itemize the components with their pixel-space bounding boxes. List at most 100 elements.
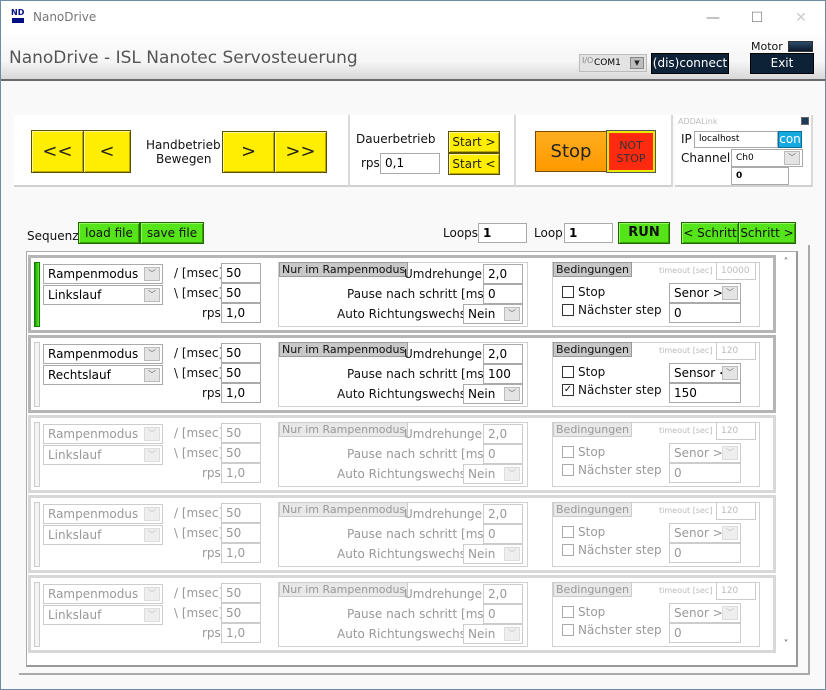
- chevron-down-icon[interactable]: ﹀: [144, 608, 160, 622]
- stop-checkbox[interactable]: [562, 526, 574, 538]
- next-step-button[interactable]: Schritt >: [738, 222, 796, 244]
- mode-select[interactable]: Rampenmodus ﹀: [43, 584, 163, 604]
- next-step-checkbox[interactable]: [562, 624, 574, 636]
- ramp-up-input[interactable]: 50: [221, 503, 261, 523]
- stop-checkbox[interactable]: [562, 286, 574, 298]
- scroll-up-arrow-icon[interactable]: ˄: [779, 257, 793, 268]
- sensor-threshold-input[interactable]: 0: [669, 543, 741, 563]
- con-button[interactable]: con: [778, 131, 802, 148]
- pause-input[interactable]: 0: [483, 444, 523, 464]
- com-port-select[interactable]: I/O COM1 ▼: [579, 54, 647, 72]
- pause-input[interactable]: 0: [483, 524, 523, 544]
- sensor-threshold-input[interactable]: 0: [669, 303, 741, 323]
- chevron-down-icon[interactable]: ﹀: [722, 526, 738, 540]
- ramp-down-input[interactable]: 50: [221, 603, 261, 623]
- ramp-down-input[interactable]: 50: [221, 283, 261, 303]
- auto-direction-select[interactable]: Nein ﹀: [463, 464, 523, 484]
- sensor-select[interactable]: Senor > ﹀: [669, 283, 741, 303]
- left-button[interactable]: <: [83, 130, 131, 173]
- ramp-up-input[interactable]: 50: [221, 263, 261, 283]
- ramp-up-input[interactable]: 50: [221, 583, 261, 603]
- continuous-rps-input[interactable]: 0,1: [380, 153, 440, 174]
- stop-checkbox[interactable]: [562, 606, 574, 618]
- chevron-down-icon[interactable]: ﹀: [144, 507, 160, 521]
- next-step-checkbox[interactable]: [562, 304, 574, 316]
- timeout-input[interactable]: 120: [716, 582, 756, 600]
- chevron-down-icon[interactable]: ﹀: [722, 446, 738, 460]
- revolutions-input[interactable]: 2,0: [483, 264, 523, 284]
- auto-direction-select[interactable]: Nein ﹀: [463, 544, 523, 564]
- fast-left-button[interactable]: <<: [31, 130, 84, 173]
- direction-select[interactable]: Linkslauf ﹀: [43, 445, 163, 465]
- timeout-input[interactable]: 120: [716, 502, 756, 520]
- rps-input[interactable]: 1,0: [221, 623, 261, 643]
- stop-checkbox[interactable]: [562, 446, 574, 458]
- mode-select[interactable]: Rampenmodus ﹀: [43, 264, 163, 284]
- save-file-button[interactable]: save file: [140, 222, 204, 244]
- chevron-down-icon[interactable]: ﹀: [504, 627, 520, 641]
- mode-select[interactable]: Rampenmodus ﹀: [43, 424, 163, 444]
- chevron-down-icon[interactable]: ﹀: [504, 307, 520, 321]
- ramp-down-input[interactable]: 50: [221, 523, 261, 543]
- pause-input[interactable]: 0: [483, 604, 523, 624]
- auto-direction-select[interactable]: Nein ﹀: [463, 384, 523, 404]
- rps-input[interactable]: 1,0: [221, 383, 261, 403]
- sensor-select[interactable]: Senor > ﹀: [669, 443, 741, 463]
- scroll-down-arrow-icon[interactable]: ˅: [779, 639, 793, 650]
- load-file-button[interactable]: load file: [78, 222, 140, 244]
- exit-button[interactable]: Exit: [750, 53, 814, 74]
- rps-input[interactable]: 1,0: [221, 543, 261, 563]
- dropdown-arrow-icon[interactable]: ▼: [630, 57, 644, 69]
- pause-input[interactable]: 100: [483, 364, 523, 384]
- auto-direction-select[interactable]: Nein ﹀: [463, 304, 523, 324]
- direction-select[interactable]: Linkslauf ﹀: [43, 285, 163, 305]
- start-forward-button[interactable]: Start >: [448, 131, 500, 153]
- chevron-down-icon[interactable]: ﹀: [144, 288, 160, 302]
- timeout-input[interactable]: 120: [716, 422, 756, 440]
- ramp-down-input[interactable]: 50: [221, 363, 261, 383]
- chevron-down-icon[interactable]: ﹀: [784, 151, 800, 165]
- sensor-threshold-input[interactable]: 0: [669, 623, 741, 643]
- chevron-down-icon[interactable]: ﹀: [144, 448, 160, 462]
- channel-select[interactable]: Ch0 ﹀: [731, 149, 803, 167]
- ip-input[interactable]: localhost: [694, 131, 778, 148]
- ramp-up-input[interactable]: 50: [221, 343, 261, 363]
- start-backward-button[interactable]: Start <: [448, 153, 500, 175]
- revolutions-input[interactable]: 2,0: [483, 584, 523, 604]
- direction-select[interactable]: Linkslauf ﹀: [43, 605, 163, 625]
- sensor-select[interactable]: Sensor < ﹀: [669, 363, 741, 383]
- maximize-button[interactable]: ☐: [735, 6, 779, 30]
- right-button[interactable]: >: [222, 131, 275, 173]
- chevron-down-icon[interactable]: ﹀: [144, 528, 160, 542]
- stop-button[interactable]: Stop: [535, 131, 607, 172]
- timeout-input[interactable]: 10000: [716, 262, 756, 280]
- chevron-down-icon[interactable]: ﹀: [144, 427, 160, 441]
- chevron-down-icon[interactable]: ﹀: [144, 347, 160, 361]
- chevron-down-icon[interactable]: ﹀: [504, 387, 520, 401]
- chevron-down-icon[interactable]: ﹀: [722, 366, 738, 380]
- revolutions-input[interactable]: 2,0: [483, 504, 523, 524]
- sensor-threshold-input[interactable]: 150: [669, 383, 741, 403]
- chevron-down-icon[interactable]: ﹀: [722, 606, 738, 620]
- minimize-button[interactable]: —: [691, 6, 735, 30]
- auto-direction-select[interactable]: Nein ﹀: [463, 624, 523, 644]
- chevron-down-icon[interactable]: ﹀: [504, 547, 520, 561]
- chevron-down-icon[interactable]: ﹀: [144, 267, 160, 281]
- pause-input[interactable]: 0: [483, 284, 523, 304]
- ramp-down-input[interactable]: 50: [221, 443, 261, 463]
- rps-input[interactable]: 1,0: [221, 303, 261, 323]
- sensor-select[interactable]: Senor > ﹀: [669, 523, 741, 543]
- chevron-down-icon[interactable]: ﹀: [722, 286, 738, 300]
- direction-select[interactable]: Rechtslauf ﹀: [43, 365, 163, 385]
- next-step-checkbox[interactable]: ✓: [562, 384, 574, 396]
- timeout-input[interactable]: 120: [716, 342, 756, 360]
- rps-input[interactable]: 1,0: [221, 463, 261, 483]
- fast-right-button[interactable]: >>: [274, 131, 327, 173]
- chevron-down-icon[interactable]: ﹀: [504, 467, 520, 481]
- mode-select[interactable]: Rampenmodus ﹀: [43, 344, 163, 364]
- direction-select[interactable]: Linkslauf ﹀: [43, 525, 163, 545]
- sensor-select[interactable]: Senor > ﹀: [669, 603, 741, 623]
- chevron-down-icon[interactable]: ﹀: [144, 368, 160, 382]
- prev-step-button[interactable]: < Schritt: [681, 222, 739, 244]
- revolutions-input[interactable]: 2,0: [483, 344, 523, 364]
